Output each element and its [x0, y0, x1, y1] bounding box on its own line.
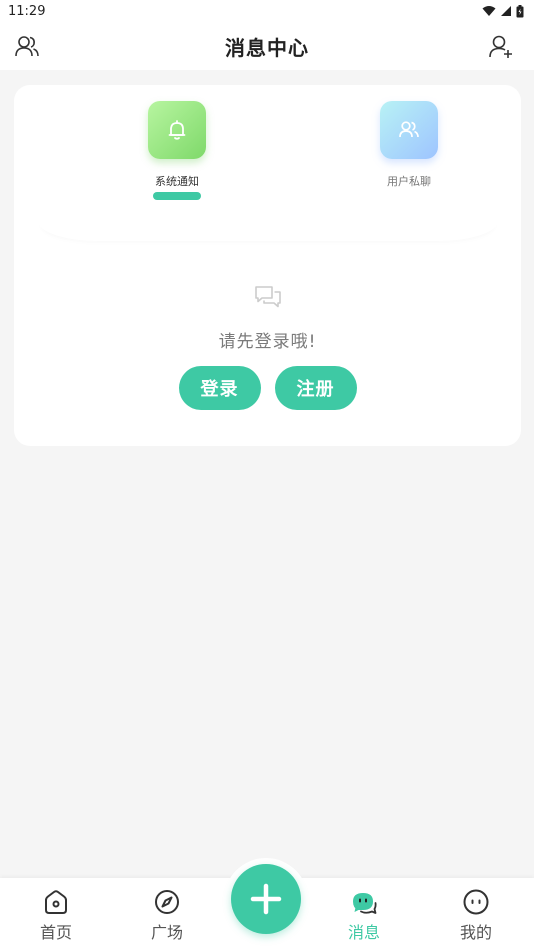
- compass-icon: [155, 890, 179, 914]
- nav-item-messages[interactable]: 消息: [329, 888, 399, 943]
- message-card: 系统通知 用户私聊 请先登录哦! 登录 注册: [14, 85, 521, 446]
- face-icon: [463, 889, 489, 915]
- bell-icon: [168, 120, 186, 140]
- empty-chat-icon: [254, 286, 281, 308]
- chat-icon: [353, 893, 377, 914]
- nav-label: 我的: [459, 923, 492, 942]
- tab-icon-system: [148, 101, 206, 159]
- add-user-icon[interactable]: [488, 34, 514, 60]
- active-tab-indicator: [153, 192, 201, 200]
- tab-icon-private: [380, 101, 438, 159]
- empty-state: 请先登录哦! 登录 注册: [14, 285, 521, 410]
- publish-button[interactable]: [231, 864, 301, 934]
- tab-private-chat[interactable]: 用户私聊: [359, 101, 459, 189]
- nav-label: 广场: [150, 923, 183, 942]
- header: 消息中心: [0, 22, 534, 70]
- login-button[interactable]: 登录: [178, 366, 261, 410]
- signal-icon: [501, 6, 511, 16]
- nav-item-home[interactable]: 首页: [21, 888, 91, 943]
- login-prompt: 请先登录哦!: [218, 332, 317, 352]
- auth-buttons: 登录 注册: [14, 366, 521, 410]
- nav-item-mine[interactable]: 我的: [441, 888, 511, 943]
- nav-item-square[interactable]: 广场: [132, 888, 202, 943]
- tab-system-notice[interactable]: 系统通知: [127, 101, 227, 200]
- plus-icon: [250, 883, 282, 915]
- battery-icon: [516, 4, 524, 17]
- status-icons: [482, 4, 524, 18]
- status-bar: 11:29: [0, 0, 534, 22]
- nav-label: 消息: [347, 923, 380, 942]
- tab-label: 系统通知: [155, 175, 199, 188]
- wifi-icon: [482, 6, 496, 16]
- register-button[interactable]: 注册: [274, 366, 357, 410]
- tab-label: 用户私聊: [387, 175, 431, 188]
- nav-label: 首页: [39, 923, 72, 942]
- friends-icon[interactable]: [14, 34, 40, 60]
- home-icon: [45, 890, 67, 914]
- status-time: 11:29: [8, 3, 46, 19]
- page-title: 消息中心: [225, 35, 309, 60]
- users-icon: [399, 121, 419, 138]
